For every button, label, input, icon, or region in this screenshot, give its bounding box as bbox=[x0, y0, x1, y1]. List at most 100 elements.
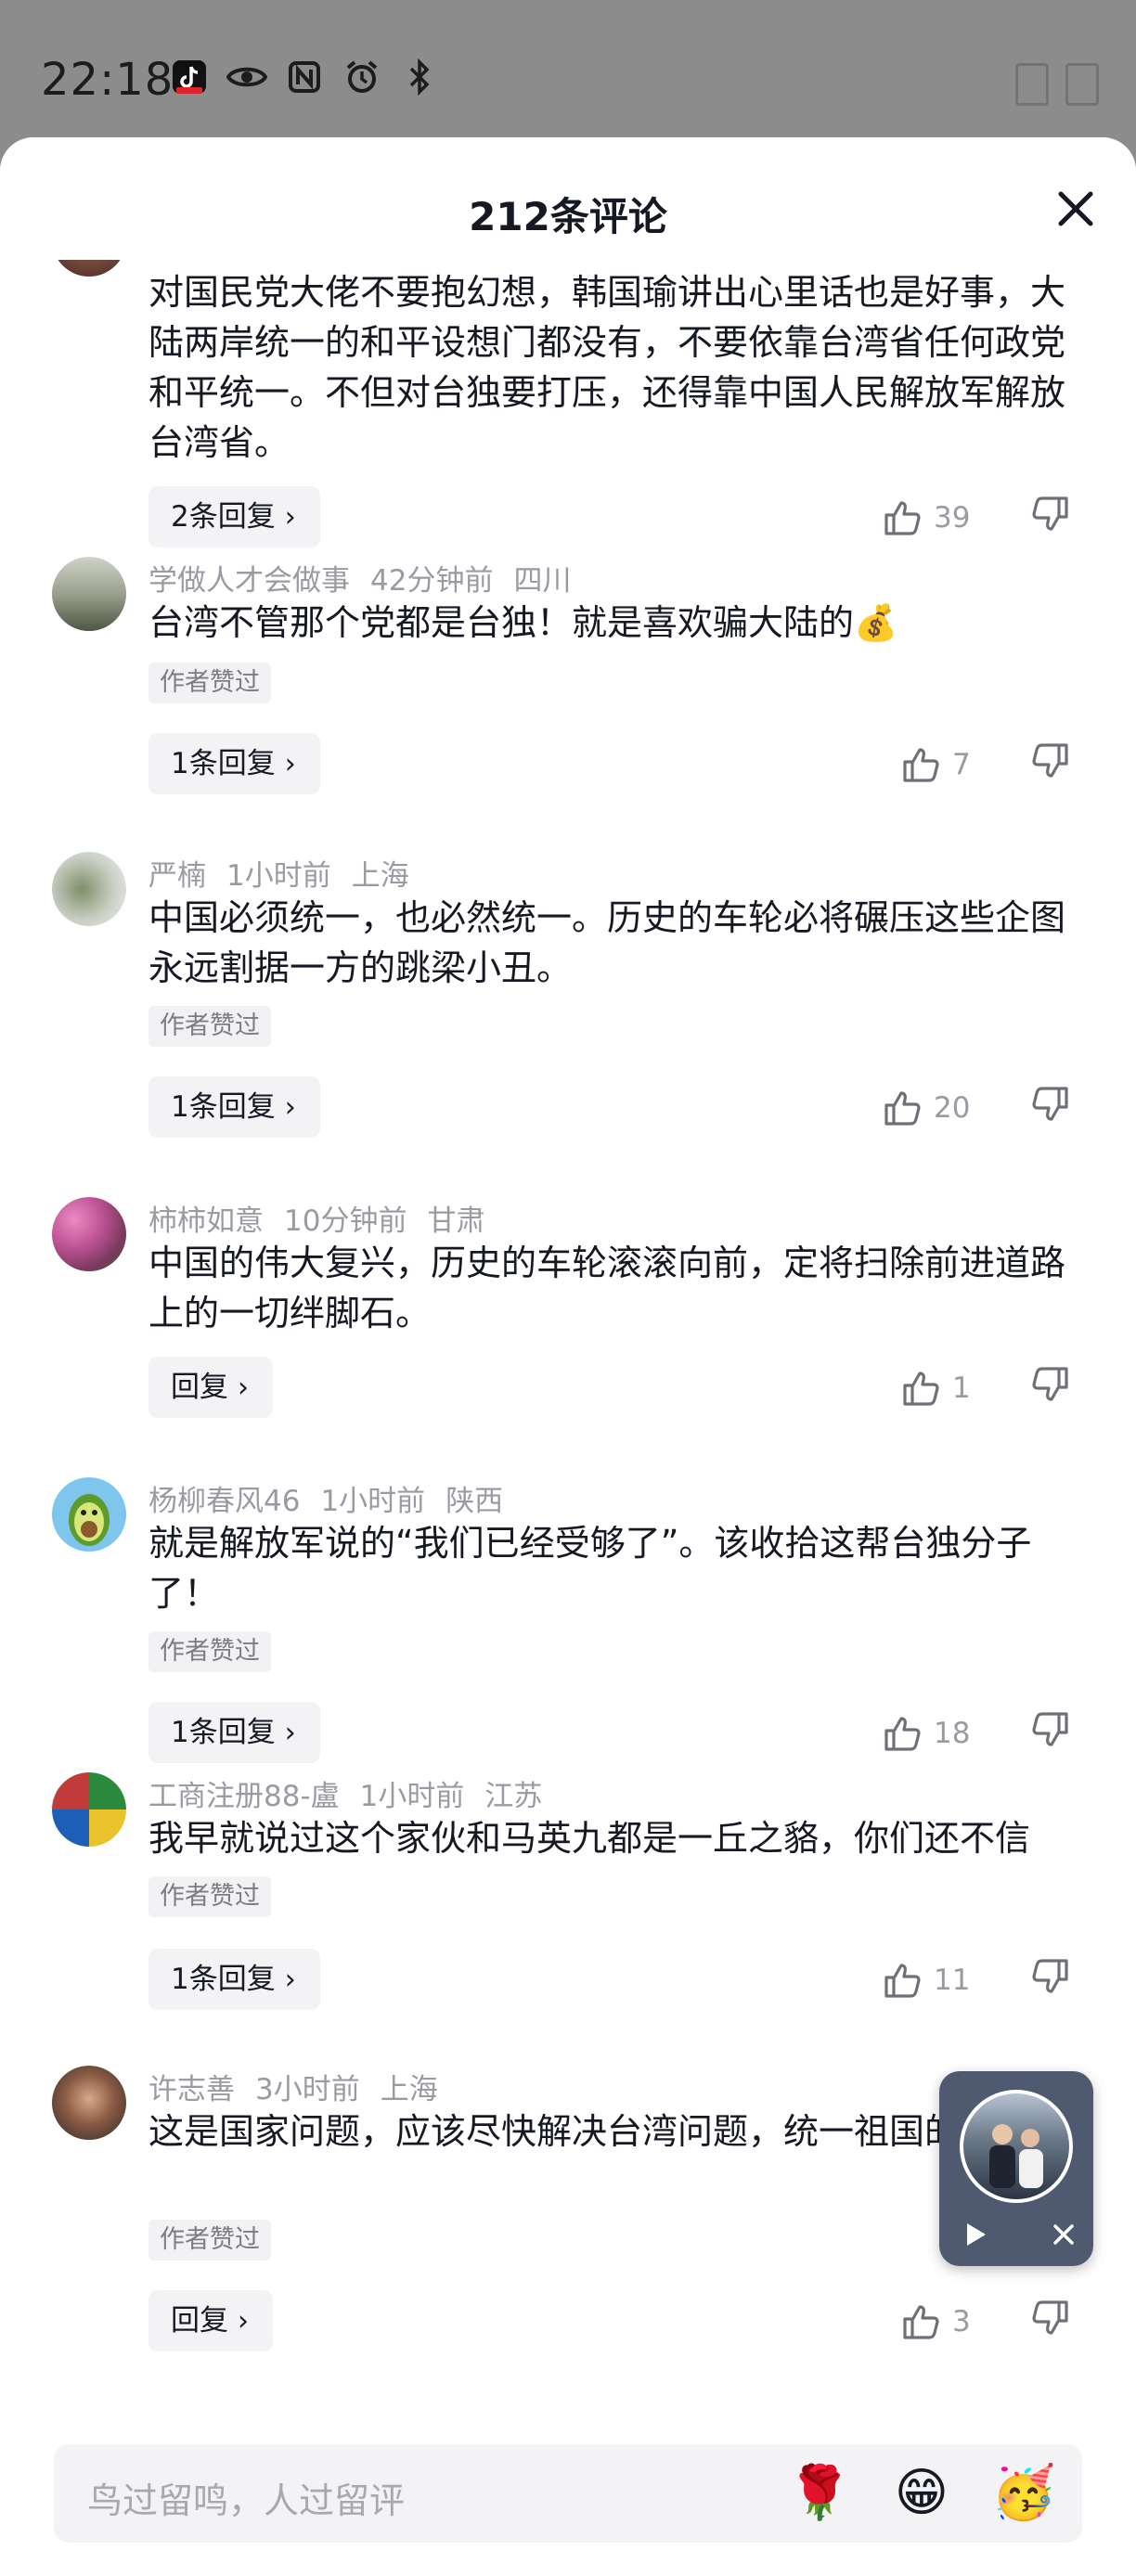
comment-text: 就是解放军说的“我们已经受够了”。该收拾这帮台独分子了！ bbox=[148, 1523, 1032, 1614]
username[interactable]: 许志善 bbox=[148, 2073, 235, 2106]
comment-location: 上海 bbox=[380, 2073, 438, 2106]
username[interactable]: 杨柳春风46 bbox=[148, 1485, 300, 1518]
douyin-icon bbox=[169, 58, 210, 97]
comment-meta: 杨柳春风46 1小时前 陕西 bbox=[148, 1477, 523, 1519]
bluetooth-icon bbox=[399, 58, 440, 97]
floating-video-player[interactable] bbox=[939, 2071, 1093, 2266]
avatar[interactable] bbox=[52, 1477, 126, 1552]
like-button[interactable]: 11 bbox=[882, 1952, 975, 2008]
like-count: 3 bbox=[952, 2305, 971, 2338]
thumbs-up-icon bbox=[903, 1372, 939, 1406]
dislike-button[interactable] bbox=[1030, 741, 1078, 789]
username[interactable]: 严楠 bbox=[148, 859, 206, 893]
view-replies-button[interactable]: 回复 › bbox=[148, 2290, 273, 2351]
like-button[interactable]: 20 bbox=[882, 1080, 975, 1136]
eye-icon bbox=[226, 58, 267, 97]
avatar[interactable] bbox=[52, 258, 126, 277]
comment-text: 中国的伟大复兴，历史的车轮滚滚向前，定将扫除前进道路上的一切绊脚石。 bbox=[148, 1243, 1066, 1333]
thumbs-up-icon bbox=[884, 501, 921, 535]
reply-label: 2条回复 bbox=[171, 500, 276, 534]
avatar[interactable] bbox=[52, 2066, 126, 2140]
comments-count-title: 212条评论 bbox=[469, 194, 667, 239]
comment-time: 10分钟前 bbox=[284, 1204, 407, 1238]
play-icon bbox=[967, 2223, 986, 2246]
username[interactable]: 工商注册88-盧 bbox=[148, 1780, 340, 1813]
comment-time: 42分钟前 bbox=[370, 564, 494, 598]
username[interactable]: 柿柿如意 bbox=[148, 1204, 264, 1238]
comment-time: 3小时前 bbox=[255, 2073, 360, 2106]
close-icon bbox=[1053, 2224, 1074, 2245]
play-button[interactable] bbox=[960, 2220, 989, 2249]
comment-meta: 严楠 1小时前 上海 bbox=[148, 852, 430, 894]
like-count: 18 bbox=[934, 1717, 971, 1750]
chevron-right-icon: › bbox=[284, 501, 296, 534]
dislike-button[interactable] bbox=[1030, 1084, 1078, 1132]
like-count: 39 bbox=[934, 501, 971, 535]
dislike-button[interactable] bbox=[1030, 2298, 1078, 2346]
grin-emoji-button[interactable]: 😁 bbox=[889, 2461, 954, 2526]
thumbs-up-icon bbox=[884, 1091, 921, 1126]
avatar[interactable] bbox=[52, 1197, 126, 1271]
reply-label: 1条回复 bbox=[171, 1963, 276, 1996]
like-button[interactable]: 1 bbox=[900, 1360, 993, 1416]
reply-label: 1条回复 bbox=[171, 1716, 276, 1749]
view-replies-button[interactable]: 2条回复 › bbox=[148, 486, 320, 547]
comment-input[interactable]: 鸟过留鸣，人过留评 🌹 😁 🥳 bbox=[54, 2444, 1082, 2543]
author-liked-badge: 作者赞过 bbox=[148, 1006, 271, 1047]
view-replies-button[interactable]: 1条回复 › bbox=[148, 1949, 320, 2010]
author-liked-badge: 作者赞过 bbox=[148, 663, 271, 703]
comment-time: 1小时前 bbox=[320, 1485, 426, 1518]
chevron-right-icon: › bbox=[238, 2305, 249, 2338]
rose-emoji-button[interactable]: 🌹 bbox=[787, 2461, 852, 2526]
close-button[interactable] bbox=[1052, 186, 1099, 232]
comment-text: 对国民党大佬不要抱幻想，韩国瑜讲出心里话也是好事，大陆两岸统一的和平设想门都没有… bbox=[148, 272, 1066, 463]
view-replies-button[interactable]: 1条回复 › bbox=[148, 1076, 320, 1138]
dislike-button[interactable] bbox=[1030, 1956, 1078, 2004]
video-thumbnail-people-icon bbox=[989, 2124, 1043, 2188]
video-thumbnail[interactable] bbox=[960, 2090, 1073, 2203]
like-count: 11 bbox=[934, 1964, 971, 1997]
sheet-header: 212条评论 bbox=[0, 137, 1136, 260]
comment-time: 1小时前 bbox=[359, 1780, 465, 1813]
like-count: 1 bbox=[952, 1372, 971, 1405]
author-liked-badge: 作者赞过 bbox=[148, 1876, 271, 1917]
view-replies-button[interactable]: 1条回复 › bbox=[148, 1702, 320, 1763]
thumbs-down-icon bbox=[1032, 1959, 1068, 1993]
status-bar: 22:18 bbox=[0, 0, 1136, 139]
comment-meta: 许志善 3小时前 上海 bbox=[148, 2066, 458, 2107]
comment-input-area: 鸟过留鸣，人过留评 🌹 😁 🥳 bbox=[0, 2422, 1136, 2576]
avatar[interactable] bbox=[52, 1772, 126, 1847]
comment-input-placeholder: 鸟过留鸣，人过留评 bbox=[87, 2480, 406, 2521]
comment-meta: 学做人才会做事 42分钟前 四川 bbox=[148, 557, 591, 599]
like-count: 20 bbox=[934, 1091, 971, 1125]
comment-location: 上海 bbox=[351, 859, 409, 893]
like-button[interactable]: 18 bbox=[882, 1706, 975, 1761]
avatar[interactable] bbox=[52, 557, 126, 631]
thumbs-down-icon bbox=[1032, 1087, 1068, 1121]
comment-location: 四川 bbox=[513, 564, 572, 598]
avocado-avatar-icon bbox=[69, 1494, 110, 1546]
reply-label: 1条回复 bbox=[171, 747, 276, 780]
avatar[interactable] bbox=[52, 852, 126, 926]
chevron-right-icon: › bbox=[284, 748, 296, 780]
thumbs-down-icon bbox=[1032, 1367, 1068, 1401]
author-liked-badge: 作者赞过 bbox=[148, 2220, 271, 2260]
party-emoji-button[interactable]: 🥳 bbox=[991, 2461, 1056, 2526]
username[interactable]: 学做人才会做事 bbox=[148, 564, 350, 598]
like-button[interactable]: 7 bbox=[900, 737, 993, 792]
alarm-icon bbox=[342, 58, 382, 97]
dislike-button[interactable] bbox=[1030, 494, 1078, 542]
mini-player-close-button[interactable] bbox=[1049, 2220, 1078, 2249]
comment-location: 甘肃 bbox=[427, 1204, 485, 1238]
dislike-button[interactable] bbox=[1030, 1709, 1078, 1758]
comment-text: 我早就说过这个家伙和马英九都是一丘之貉，你们还不信 bbox=[148, 1818, 1031, 1859]
view-replies-button[interactable]: 回复 › bbox=[148, 1357, 273, 1418]
like-button[interactable]: 39 bbox=[882, 490, 975, 546]
dislike-button[interactable] bbox=[1030, 1364, 1078, 1412]
chevron-right-icon: › bbox=[284, 1717, 296, 1749]
view-replies-button[interactable]: 1条回复 › bbox=[148, 733, 320, 794]
nfc-icon bbox=[284, 58, 325, 97]
like-button[interactable]: 3 bbox=[900, 2294, 993, 2350]
thumbs-up-icon bbox=[884, 1717, 921, 1751]
comment-text: 中国必须统一，也必然统一。历史的车轮必将碾压这些企图永远割据一方的跳梁小丑。 bbox=[148, 897, 1066, 988]
